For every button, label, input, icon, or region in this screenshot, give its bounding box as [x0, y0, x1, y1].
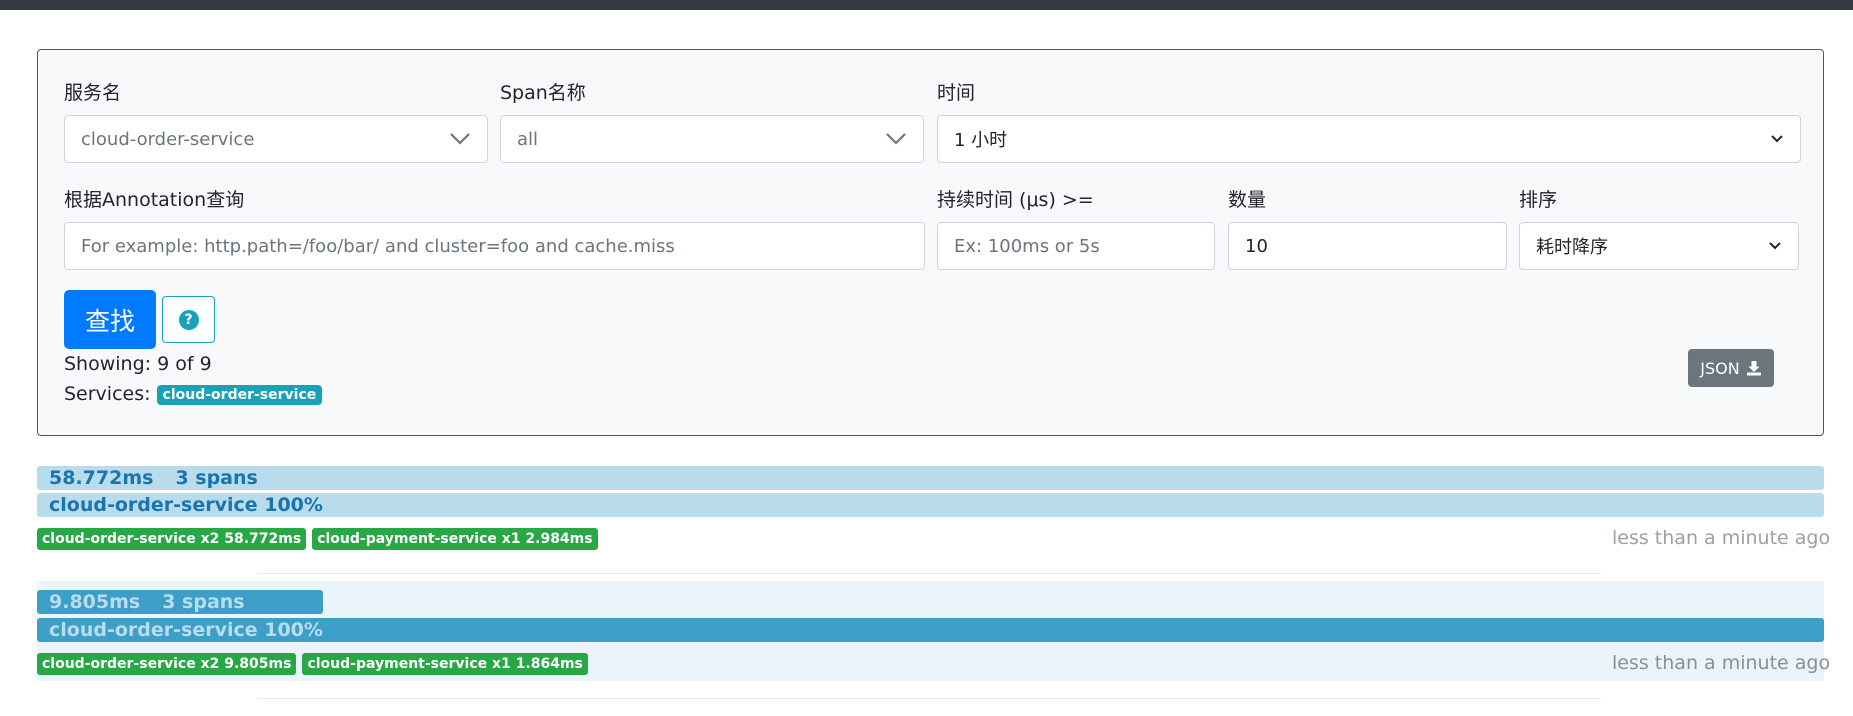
chevron-down-icon [450, 133, 470, 145]
annotation-query-input[interactable]: For example: http.path=/foo/bar/ and clu… [64, 222, 925, 270]
chevron-down-icon [1769, 242, 1781, 250]
limit-label: 数量 [1228, 189, 1267, 211]
services-label: Services: [64, 383, 151, 405]
services-summary: Services: cloud-order-service [64, 383, 323, 405]
help-button[interactable]: ? [162, 296, 215, 343]
service-tags: cloud-order-service x2 9.805ms cloud-pay… [37, 653, 588, 675]
span-name-select[interactable]: all [500, 115, 924, 163]
annotation-query-label: 根据Annotation查询 [64, 189, 245, 211]
question-circle-icon: ? [178, 309, 199, 330]
trace-duration-bar: 9.805ms 3 spans [37, 590, 323, 614]
trace-timestamp: less than a minute ago [1612, 527, 1831, 549]
service-percentage-bar: cloud-order-service 100% [37, 618, 1824, 642]
trace-duration: 58.772ms [49, 467, 154, 489]
chevron-down-icon [886, 133, 906, 145]
chevron-down-icon [1771, 135, 1783, 143]
top-navbar [0, 0, 1853, 10]
trace-separator [258, 573, 1601, 574]
annotation-query-placeholder: For example: http.path=/foo/bar/ and clu… [81, 235, 675, 257]
trace-timestamp: less than a minute ago [1612, 652, 1831, 674]
trace-separator [258, 698, 1601, 699]
service-tag: cloud-payment-service x1 1.864ms [302, 653, 588, 675]
service-percentage-bar: cloud-order-service 100% [37, 493, 1824, 517]
json-download-button[interactable]: JSON [1688, 349, 1774, 387]
time-label: 时间 [937, 82, 976, 104]
service-percentage: cloud-order-service 100% [49, 494, 323, 516]
sort-select[interactable]: 耗时降序 [1519, 222, 1799, 270]
service-badge: cloud-order-service [156, 384, 323, 405]
span-name-label: Span名称 [500, 82, 586, 104]
json-button-label: JSON [1700, 358, 1740, 378]
span-name-value: all [517, 128, 539, 150]
sort-label: 排序 [1519, 189, 1558, 211]
service-name-value: cloud-order-service [81, 128, 255, 150]
min-duration-placeholder: Ex: 100ms or 5s [954, 235, 1100, 257]
find-button[interactable]: 查找 [64, 290, 156, 349]
trace-duration: 9.805ms [49, 591, 141, 613]
download-icon [1746, 361, 1761, 376]
trace-span-count: 3 spans [175, 467, 258, 489]
min-duration-input[interactable]: Ex: 100ms or 5s [937, 222, 1215, 270]
search-panel: 服务名 cloud-order-service Span名称 all 时间 1 … [37, 49, 1824, 436]
time-value: 1 小时 [954, 130, 1008, 151]
service-tag: cloud-payment-service x1 2.984ms [312, 528, 598, 550]
service-tag: cloud-order-service x2 58.772ms [37, 528, 307, 550]
sort-value: 耗时降序 [1536, 237, 1608, 258]
time-select[interactable]: 1 小时 [937, 115, 1801, 163]
service-tags: cloud-order-service x2 58.772ms cloud-pa… [37, 528, 598, 550]
showing-count: Showing: 9 of 9 [64, 353, 212, 375]
service-name-select[interactable]: cloud-order-service [64, 115, 488, 163]
service-percentage: cloud-order-service 100% [49, 619, 323, 641]
limit-value: 10 [1245, 235, 1268, 257]
service-name-label: 服务名 [64, 82, 122, 104]
limit-input[interactable]: 10 [1228, 222, 1507, 270]
min-duration-label: 持续时间 (μs) >= [937, 189, 1094, 211]
trace-span-count: 3 spans [162, 591, 245, 613]
service-tag: cloud-order-service x2 9.805ms [37, 653, 297, 675]
trace-duration-bar: 58.772ms 3 spans [37, 466, 1824, 490]
